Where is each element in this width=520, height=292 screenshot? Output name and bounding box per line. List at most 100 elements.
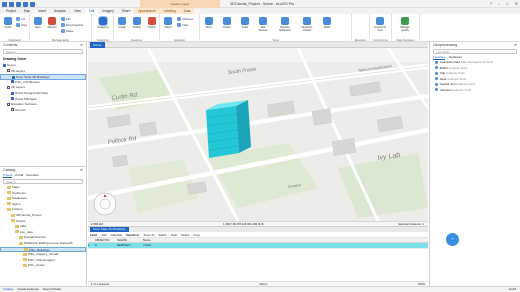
switch-button[interactable]: Switch: [158, 232, 166, 237]
error-inspector-icon: [61, 23, 65, 27]
field-label: Field:: [90, 233, 98, 237]
duplicate-vertical-button[interactable]: Duplicate Vertical: [298, 17, 316, 32]
item-label: data: [20, 224, 27, 229]
layer-item[interactable]: Ground: [0, 108, 86, 114]
visibility-checkbox[interactable]: [7, 102, 10, 106]
modify-button[interactable]: Modify: [130, 17, 144, 29]
copy-button[interactable]: Copy: [193, 232, 200, 237]
close-icon[interactable]: ✕: [80, 42, 83, 48]
find-tools-input[interactable]: Find Tools: [433, 49, 517, 54]
column-header[interactable]: SHAPE: [117, 238, 143, 242]
tool-toolbox: Analysis Tools: [456, 82, 476, 86]
table-cell[interactable]: MultiPatch: [117, 243, 143, 248]
open-icon[interactable]: [9, 1, 14, 7]
catalog-pane: Catalog ✕ Project Portal Favorites Search…: [0, 166, 87, 286]
duplicate-vertical-icon: [303, 17, 311, 25]
item-label: Penn State 3D Buildings: [16, 75, 50, 80]
catalog-tab-project[interactable]: Project: [3, 173, 13, 178]
table-row[interactable]: 1 9 MultiPatch <Null>: [88, 243, 428, 249]
snapping-button[interactable]: Snapping: [96, 16, 110, 29]
save-edits-button[interactable]: Save: [31, 17, 45, 29]
item-label: Multipatch Editing Lesson Data.gdb: [24, 240, 73, 245]
scene-canvas[interactable]: South Fraser Curtin Rd Pollock Rd Ivy La…: [88, 48, 428, 221]
attribute-table-tab[interactable]: Penn State 3D Buildings: [90, 227, 129, 232]
close-icon[interactable]: ✕: [80, 167, 83, 173]
zoom-to-button[interactable]: Zoom To: [144, 232, 155, 237]
clear-button[interactable]: Clear: [171, 232, 178, 237]
visibility-checkbox[interactable]: [12, 75, 15, 79]
error-inspector-button[interactable]: Error Inspector: [61, 23, 83, 27]
visibility-checkbox[interactable]: [11, 97, 14, 101]
minimize-button[interactable]: –: [498, 1, 500, 6]
column-header[interactable]: OBJECTID: [95, 238, 117, 242]
help-button[interactable]: ?: [490, 1, 492, 6]
catalog-item[interactable]: PSU_Zones: [0, 263, 86, 269]
catalog-tab-portal[interactable]: Portal: [15, 173, 23, 178]
new-project-icon[interactable]: [2, 1, 7, 7]
row-marker: 1: [88, 243, 90, 247]
folder-icon: [11, 219, 15, 223]
table-cell[interactable]: 9: [95, 243, 117, 248]
visibility-checkbox[interactable]: [3, 63, 6, 67]
rotate-button[interactable]: Rotate: [220, 17, 234, 29]
add-field-button[interactable]: Add: [101, 232, 106, 237]
undo-icon[interactable]: [23, 1, 28, 7]
visibility-checkbox[interactable]: [11, 80, 14, 84]
title-bar: Feature Layer 3DTutorial_Project - Scene…: [0, 0, 520, 8]
bottom-tab-create-features[interactable]: Create Features: [17, 287, 39, 292]
select-button[interactable]: Select: [161, 17, 175, 29]
folder-icon: [7, 202, 11, 206]
column-header[interactable]: Name: [143, 238, 183, 242]
delete-button[interactable]: Delete: [181, 232, 189, 237]
tool-icon: [435, 60, 438, 64]
close-button[interactable]: ✕: [515, 1, 518, 6]
close-icon[interactable]: ✕: [514, 42, 517, 48]
navigator-control[interactable]: [93, 192, 117, 216]
item-label: FacadeTextures: [24, 235, 47, 240]
delete-button[interactable]: Delete: [145, 17, 159, 29]
discard-button[interactable]: Discard: [45, 17, 59, 29]
redo-icon[interactable]: [30, 1, 35, 7]
bottom-tab-export-model[interactable]: Export Model: [43, 287, 61, 292]
visibility-checkbox[interactable]: [7, 86, 10, 90]
contents-search-input[interactable]: Search: [3, 49, 83, 54]
edit-toggle[interactable]: Edit: [61, 17, 70, 21]
item-label: 3DTutorial_Project: [16, 212, 42, 217]
scale-button[interactable]: Scale: [238, 17, 252, 29]
tool-item[interactable]: Intersect Analysis Tools: [430, 88, 520, 94]
item-label: Scene: [7, 63, 16, 67]
bottom-tab-catalog[interactable]: Catalog: [3, 287, 13, 292]
ground-to-grid-button[interactable]: Ground To Grid: [373, 17, 387, 32]
copy-button[interactable]: Copy: [16, 23, 27, 27]
table-cell[interactable]: <Null>: [143, 243, 183, 248]
paste-button[interactable]: Paste: [1, 17, 15, 29]
tool-name: Intersect: [440, 87, 452, 92]
move-button[interactable]: Move: [202, 17, 216, 29]
visibility-checkbox[interactable]: [7, 69, 10, 73]
drawing-order-heading: Drawing Order: [3, 57, 27, 61]
attribute-table-tabs: Penn State 3D Buildings: [88, 227, 428, 232]
manage-quality-button[interactable]: Manage Quality: [398, 17, 412, 32]
tool-icon: [435, 66, 438, 70]
help-fab-button[interactable]: ?: [446, 233, 459, 246]
maximize-button[interactable]: □: [506, 1, 508, 6]
status-button[interactable]: Status: [61, 29, 73, 33]
catalog-search-input[interactable]: Search: [3, 179, 83, 184]
visibility-checkbox[interactable]: [11, 108, 14, 112]
save-icon[interactable]: [16, 1, 21, 7]
mode-button[interactable]: Mode: [320, 17, 334, 29]
create-button[interactable]: Create: [115, 17, 129, 29]
attributes-button[interactable]: Attributes: [177, 17, 193, 21]
clear-selection-button[interactable]: Clear: [177, 23, 188, 27]
create-icon: [118, 17, 126, 25]
scene-view[interactable]: South Fraser Curtin Rd Pollock Rd Ivy La…: [88, 48, 428, 221]
replace-multipatch-button[interactable]: Replace Multipatch: [276, 17, 294, 32]
catalog-tab-favorites[interactable]: Favorites: [26, 173, 38, 178]
edit-vertices-button[interactable]: Edit Vertices: [256, 17, 270, 32]
cut-button[interactable]: Cut: [16, 17, 25, 21]
item-label: Maps: [12, 185, 20, 189]
selected-building[interactable]: [206, 100, 251, 158]
calculate-button[interactable]: Calculate: [110, 232, 122, 237]
item-label: World Topographic Map: [15, 90, 48, 95]
visibility-checkbox[interactable]: [11, 91, 14, 95]
